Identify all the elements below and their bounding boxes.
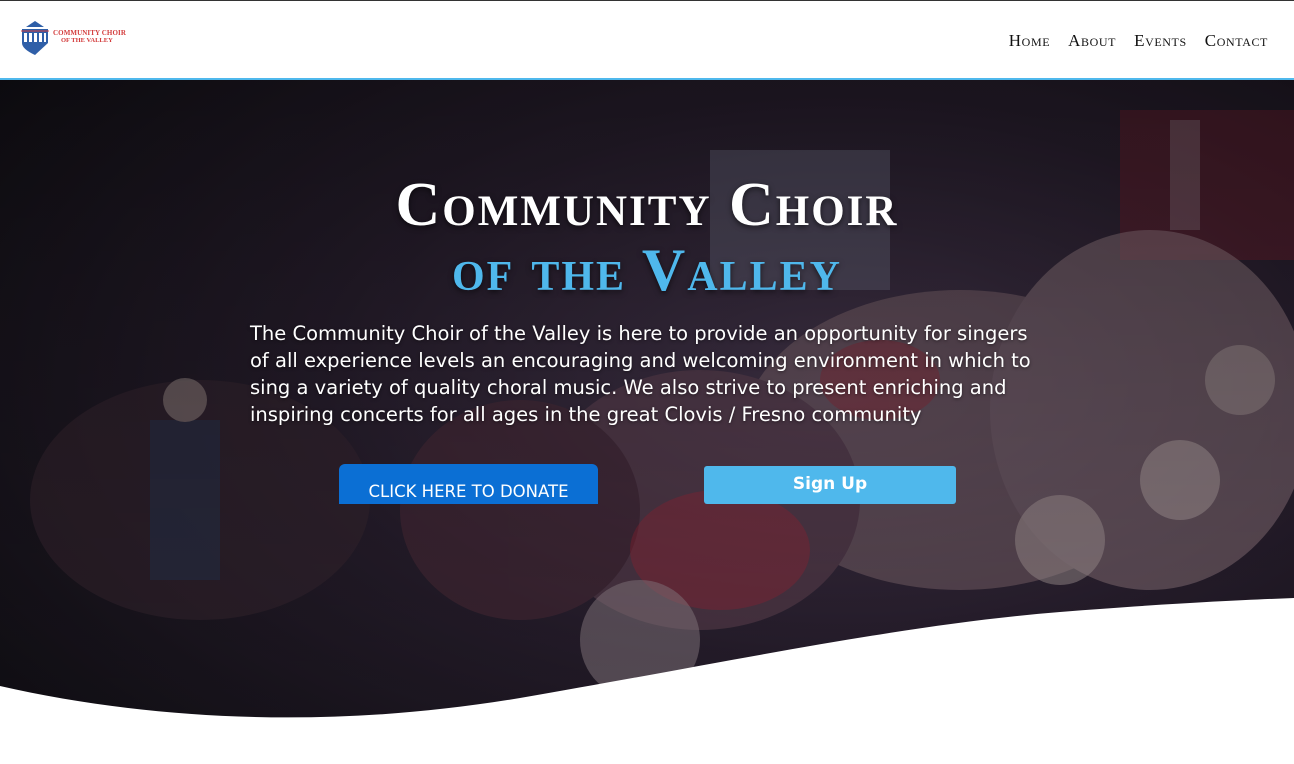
logo-line-1: COMMUNITY CHOIR [53,29,126,37]
nav-contact-link[interactable]: Contact [1205,31,1268,51]
nav-home-link[interactable]: Home [1009,31,1050,51]
nav-about-link[interactable]: About [1068,31,1116,51]
hero-section: Community Choir of the Valley The Commun… [0,80,1294,764]
site-logo[interactable]: COMMUNITY CHOIR OF THE VALLEY [20,17,136,57]
site-header: COMMUNITY CHOIR OF THE VALLEY Home About… [0,0,1294,80]
choir-logo-icon [21,21,49,55]
donate-button[interactable]: Click here to donate [339,464,598,504]
main-nav: Home About Events Contact [1009,31,1268,51]
logo-wordmark: COMMUNITY CHOIR OF THE VALLEY [53,29,126,45]
nav-events-link[interactable]: Events [1134,31,1187,51]
hero-title-line-1: Community Choir [395,171,899,239]
sign-up-button[interactable]: Sign Up [704,466,956,504]
hero-description: The Community Choir of the Valley is her… [250,322,1031,426]
hero-content: Community Choir of the Valley The Commun… [0,80,1294,764]
hero-title-line-2: of the Valley [452,237,842,303]
logo-line-2: OF THE VALLEY [61,37,113,44]
